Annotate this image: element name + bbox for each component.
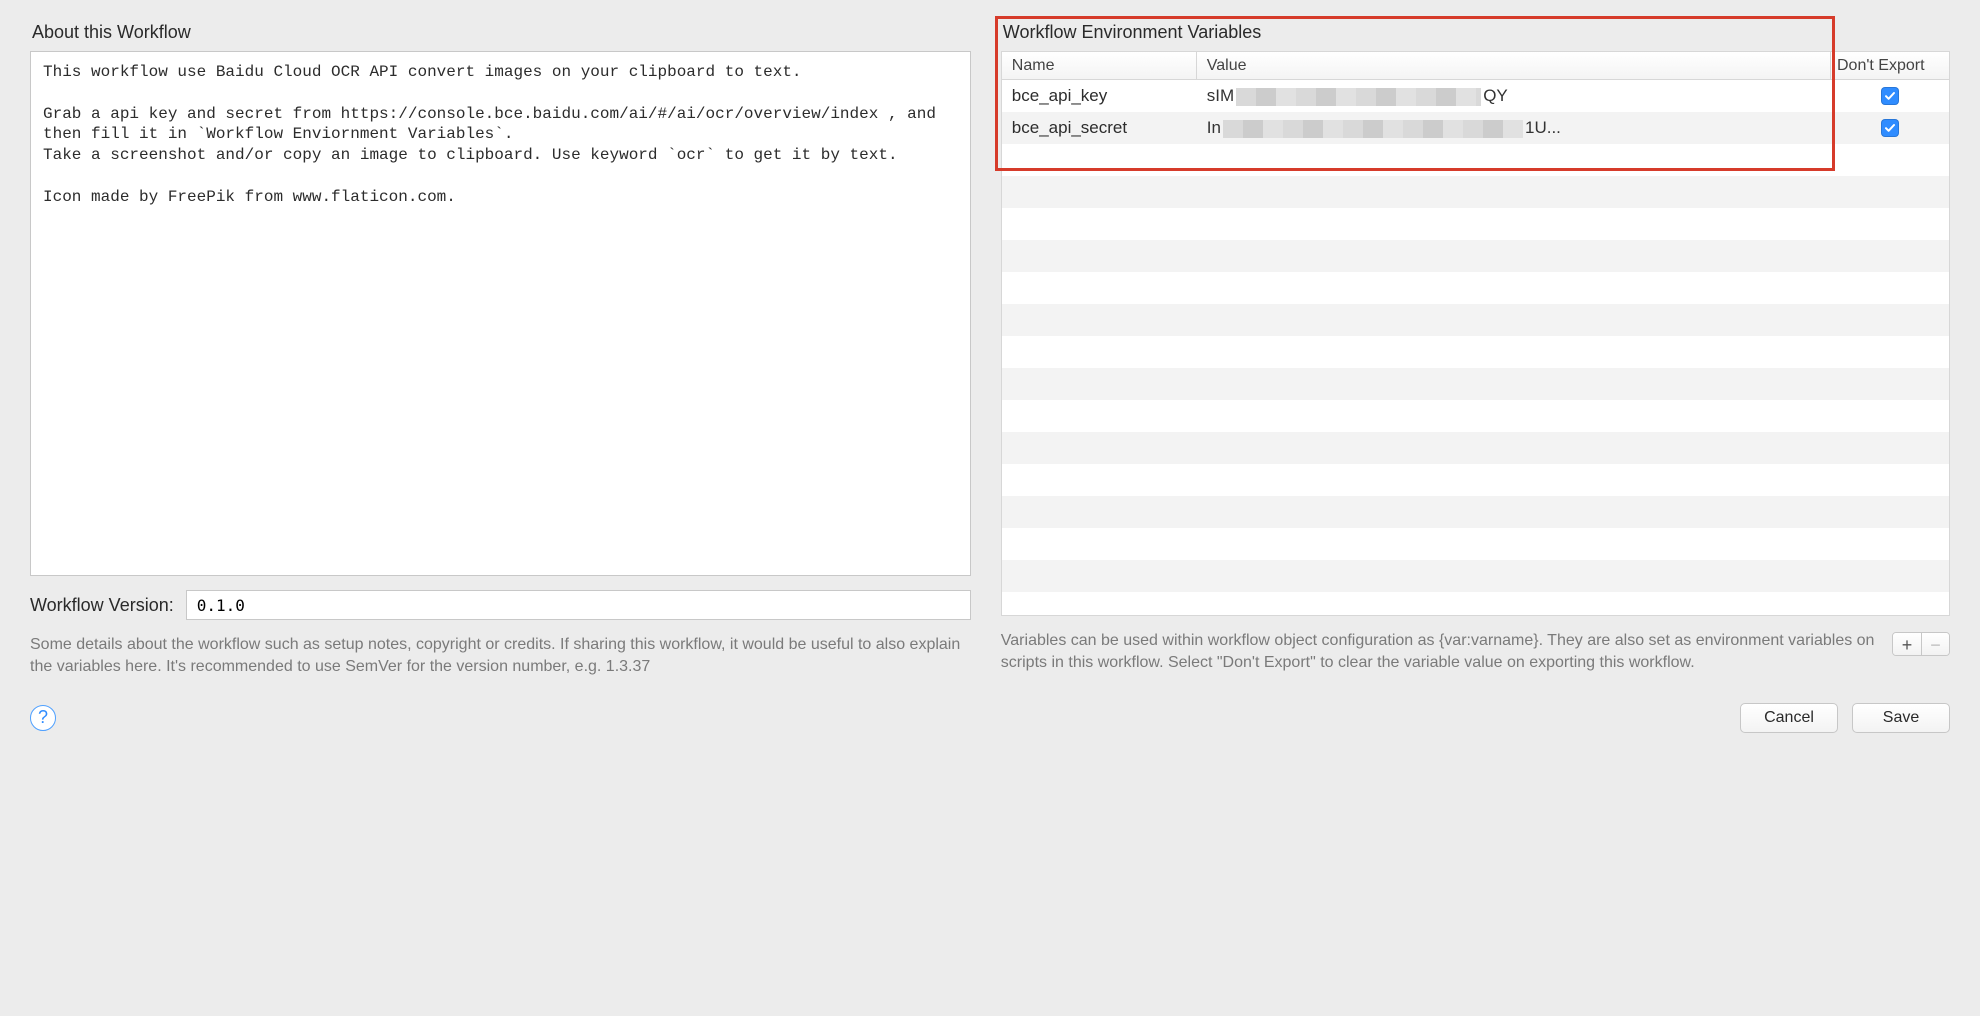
env-help-text: Variables can be used within workflow ob…	[1001, 630, 1880, 675]
col-header-dont-export[interactable]: Don't Export	[1831, 52, 1949, 79]
table-row[interactable]	[1002, 368, 1949, 400]
about-help-text: Some details about the workflow such as …	[30, 634, 971, 679]
add-variable-button[interactable]: +	[1893, 633, 1921, 656]
env-var-name[interactable]: bce_api_secret	[1002, 118, 1197, 138]
env-title: Workflow Environment Variables	[1001, 22, 1950, 43]
about-title: About this Workflow	[30, 22, 971, 43]
version-input[interactable]	[186, 590, 971, 620]
col-header-name[interactable]: Name	[1002, 52, 1197, 79]
help-button[interactable]: ?	[30, 705, 56, 731]
table-row[interactable]	[1002, 400, 1949, 432]
dont-export-checkbox[interactable]	[1881, 87, 1899, 105]
env-table: Name Value Don't Export bce_api_keysIMQY…	[1001, 51, 1950, 616]
cancel-button[interactable]: Cancel	[1740, 703, 1838, 733]
env-var-value[interactable]: In1U...	[1197, 118, 1831, 138]
table-row[interactable]	[1002, 144, 1949, 176]
save-button[interactable]: Save	[1852, 703, 1950, 733]
dont-export-cell	[1831, 119, 1949, 137]
table-row[interactable]	[1002, 464, 1949, 496]
env-header-row: Name Value Don't Export	[1002, 52, 1949, 80]
remove-variable-button[interactable]: −	[1921, 633, 1949, 656]
table-row[interactable]	[1002, 432, 1949, 464]
add-remove-group: + −	[1892, 632, 1950, 656]
table-row[interactable]	[1002, 176, 1949, 208]
dont-export-cell	[1831, 87, 1949, 105]
table-row[interactable]	[1002, 560, 1949, 592]
table-row[interactable]	[1002, 272, 1949, 304]
table-row[interactable]	[1002, 496, 1949, 528]
table-row[interactable]	[1002, 240, 1949, 272]
version-label: Workflow Version:	[30, 595, 174, 616]
env-var-name[interactable]: bce_api_key	[1002, 86, 1197, 106]
table-row[interactable]	[1002, 304, 1949, 336]
table-row[interactable]: bce_api_secretIn1U...	[1002, 112, 1949, 144]
env-body: bce_api_keysIMQYbce_api_secretIn1U...	[1002, 80, 1949, 616]
table-row[interactable]: bce_api_keysIMQY	[1002, 80, 1949, 112]
table-row[interactable]	[1002, 336, 1949, 368]
about-textarea[interactable]	[30, 51, 971, 576]
env-var-value[interactable]: sIMQY	[1197, 86, 1831, 106]
table-row[interactable]	[1002, 528, 1949, 560]
table-row[interactable]	[1002, 592, 1949, 616]
dont-export-checkbox[interactable]	[1881, 119, 1899, 137]
col-header-value[interactable]: Value	[1197, 52, 1831, 79]
table-row[interactable]	[1002, 208, 1949, 240]
